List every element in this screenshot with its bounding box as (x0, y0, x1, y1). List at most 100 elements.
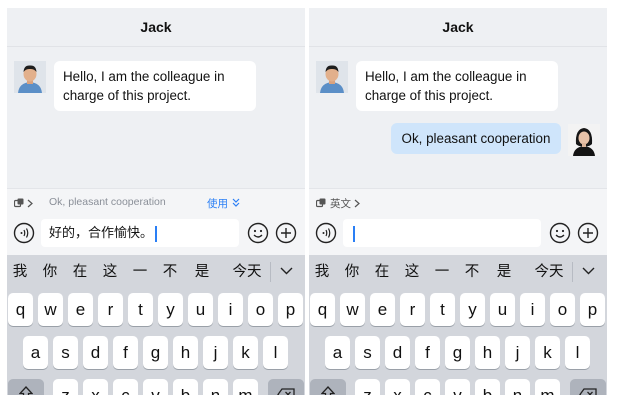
key-j[interactable]: j (505, 336, 530, 369)
chevron-down-icon[interactable] (280, 267, 293, 275)
text-caret (155, 225, 158, 242)
keyboard: 我 你 在 这 一 不 是 今天 q w e r t y u i o p a s… (7, 255, 305, 395)
message-input[interactable]: 好的，合作愉快。 (41, 219, 239, 247)
key-r[interactable]: r (400, 293, 425, 326)
key-m[interactable]: m (535, 379, 560, 395)
candidate-word[interactable]: 你 (38, 255, 62, 289)
key-f[interactable]: f (415, 336, 440, 369)
translate-language-bar: 英文 (309, 188, 607, 217)
key-m[interactable]: m (233, 379, 258, 395)
target-language-label[interactable]: 英文 (330, 196, 351, 211)
candidate-word[interactable]: 今天 (229, 255, 265, 289)
chevron-right-icon[interactable] (27, 199, 33, 208)
key-g[interactable]: g (143, 336, 168, 369)
candidate-word[interactable]: 在 (370, 255, 394, 289)
candidate-word[interactable]: 不 (460, 255, 484, 289)
emoji-icon[interactable] (549, 222, 571, 244)
message-bubble-incoming[interactable]: Hello, I am the colleague in charge of t… (54, 61, 256, 111)
key-r[interactable]: r (98, 293, 123, 326)
backspace-key[interactable] (570, 379, 606, 395)
candidate-word[interactable]: 你 (340, 255, 364, 289)
backspace-key[interactable] (268, 379, 304, 395)
key-z[interactable]: z (355, 379, 380, 395)
key-z[interactable]: z (53, 379, 78, 395)
key-w[interactable]: w (38, 293, 63, 326)
voice-icon[interactable] (13, 222, 35, 244)
chevron-down-icon[interactable] (582, 267, 595, 275)
key-o[interactable]: o (550, 293, 575, 326)
key-i[interactable]: i (218, 293, 243, 326)
key-a[interactable]: a (325, 336, 350, 369)
candidate-word[interactable]: 是 (492, 255, 516, 289)
key-x[interactable]: x (83, 379, 108, 395)
plus-circle-icon[interactable] (275, 222, 297, 244)
key-k[interactable]: k (535, 336, 560, 369)
chevron-right-icon[interactable] (354, 199, 360, 208)
key-e[interactable]: e (68, 293, 93, 326)
translate-icon[interactable] (316, 198, 326, 208)
message-input-text: 好的，合作愉快。 (49, 225, 154, 240)
key-p[interactable]: p (580, 293, 605, 326)
candidate-word[interactable]: 一 (128, 255, 152, 289)
translate-suggestion-bar: Ok, pleasant cooperation 使用 (7, 188, 305, 217)
key-p[interactable]: p (278, 293, 303, 326)
key-y[interactable]: y (460, 293, 485, 326)
key-l[interactable]: l (263, 336, 288, 369)
key-e[interactable]: e (370, 293, 395, 326)
key-w[interactable]: w (340, 293, 365, 326)
candidate-word[interactable]: 这 (98, 255, 122, 289)
key-g[interactable]: g (445, 336, 470, 369)
key-h[interactable]: h (475, 336, 500, 369)
candidate-word[interactable]: 今天 (531, 255, 567, 289)
message-bubble-outgoing[interactable]: Ok, pleasant cooperation (391, 123, 561, 154)
key-f[interactable]: f (113, 336, 138, 369)
voice-icon[interactable] (315, 222, 337, 244)
key-a[interactable]: a (23, 336, 48, 369)
plus-circle-icon[interactable] (577, 222, 599, 244)
user-avatar[interactable] (568, 124, 600, 156)
candidate-word[interactable]: 一 (430, 255, 454, 289)
key-n[interactable]: n (505, 379, 530, 395)
key-u[interactable]: u (490, 293, 515, 326)
key-c[interactable]: c (415, 379, 440, 395)
shift-key[interactable] (8, 379, 44, 395)
key-u[interactable]: u (188, 293, 213, 326)
candidate-word[interactable]: 我 (8, 255, 32, 289)
key-n[interactable]: n (203, 379, 228, 395)
message-input[interactable] (343, 219, 541, 247)
key-q[interactable]: q (8, 293, 33, 326)
key-b[interactable]: b (173, 379, 198, 395)
key-x[interactable]: x (385, 379, 410, 395)
shift-key[interactable] (310, 379, 346, 395)
contact-avatar[interactable] (14, 61, 46, 93)
candidate-word[interactable]: 在 (68, 255, 92, 289)
key-v[interactable]: v (445, 379, 470, 395)
contact-avatar[interactable] (316, 61, 348, 93)
key-t[interactable]: t (128, 293, 153, 326)
emoji-icon[interactable] (247, 222, 269, 244)
key-h[interactable]: h (173, 336, 198, 369)
candidate-word[interactable]: 是 (190, 255, 214, 289)
use-suggestion-button[interactable]: 使用 (207, 196, 228, 211)
key-k[interactable]: k (233, 336, 258, 369)
key-i[interactable]: i (520, 293, 545, 326)
message-bubble-incoming[interactable]: Hello, I am the colleague in charge of t… (356, 61, 558, 111)
key-t[interactable]: t (430, 293, 455, 326)
candidate-word[interactable]: 不 (158, 255, 182, 289)
key-y[interactable]: y (158, 293, 183, 326)
key-s[interactable]: s (355, 336, 380, 369)
key-s[interactable]: s (53, 336, 78, 369)
key-l[interactable]: l (565, 336, 590, 369)
chat-title: Jack (309, 8, 607, 47)
key-b[interactable]: b (475, 379, 500, 395)
candidate-word[interactable]: 这 (400, 255, 424, 289)
translate-icon[interactable] (14, 198, 24, 208)
key-d[interactable]: d (385, 336, 410, 369)
candidate-word[interactable]: 我 (310, 255, 334, 289)
key-c[interactable]: c (113, 379, 138, 395)
key-v[interactable]: v (143, 379, 168, 395)
key-d[interactable]: d (83, 336, 108, 369)
key-j[interactable]: j (203, 336, 228, 369)
key-q[interactable]: q (310, 293, 335, 326)
key-o[interactable]: o (248, 293, 273, 326)
